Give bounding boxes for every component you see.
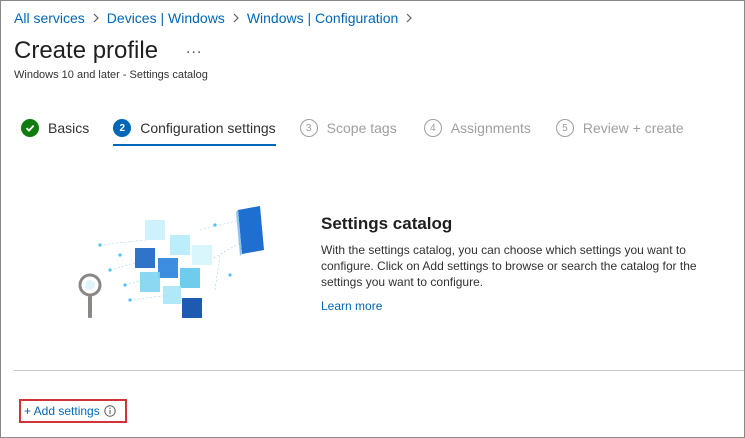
chevron-right-icon (227, 10, 245, 26)
more-options-button[interactable]: ... (186, 40, 202, 58)
wizard-steps: Basics 2 Configuration settings 3 Scope … (21, 119, 684, 146)
step-label: Assignments (450, 120, 531, 136)
page-subtitle: Windows 10 and later - Settings catalog (14, 69, 208, 81)
info-icon[interactable] (104, 405, 116, 417)
breadcrumb-windows-configuration[interactable]: Windows | Configuration (247, 10, 398, 26)
chevron-right-icon (87, 10, 105, 26)
step-label: Configuration settings (140, 120, 276, 136)
step-number: 2 (113, 119, 132, 137)
breadcrumb-all-services[interactable]: All services (14, 10, 85, 26)
step-label: Scope tags (326, 120, 397, 136)
divider (14, 370, 744, 371)
settings-catalog-illustration (78, 206, 264, 318)
breadcrumb: All services Devices | Windows Windows |… (14, 10, 420, 26)
add-settings-button[interactable]: + Add settings (19, 399, 127, 423)
step-basics[interactable]: Basics (21, 119, 89, 137)
step-number: 5 (555, 119, 574, 137)
step-assignments[interactable]: 4 Assignments (423, 119, 531, 137)
catalog-title: Settings catalog (321, 214, 453, 233)
breadcrumb-devices-windows[interactable]: Devices | Windows (107, 10, 225, 26)
add-settings-label: + Add settings (24, 404, 100, 418)
checkmark-icon (21, 119, 39, 137)
step-configuration-settings[interactable]: 2 Configuration settings (113, 119, 276, 146)
step-label: Review + create (582, 120, 684, 136)
step-label: Basics (48, 120, 90, 136)
step-scope-tags[interactable]: 3 Scope tags (299, 119, 397, 137)
active-step-underline (113, 144, 276, 146)
step-number: 3 (299, 119, 318, 137)
catalog-description: With the settings catalog, you can choos… (321, 243, 697, 289)
page-title: Create profile (14, 37, 159, 64)
step-number: 4 (423, 119, 442, 137)
step-review-create[interactable]: 5 Review + create (555, 119, 684, 137)
chevron-right-icon (400, 10, 418, 26)
learn-more-link[interactable]: Learn more (321, 299, 382, 313)
